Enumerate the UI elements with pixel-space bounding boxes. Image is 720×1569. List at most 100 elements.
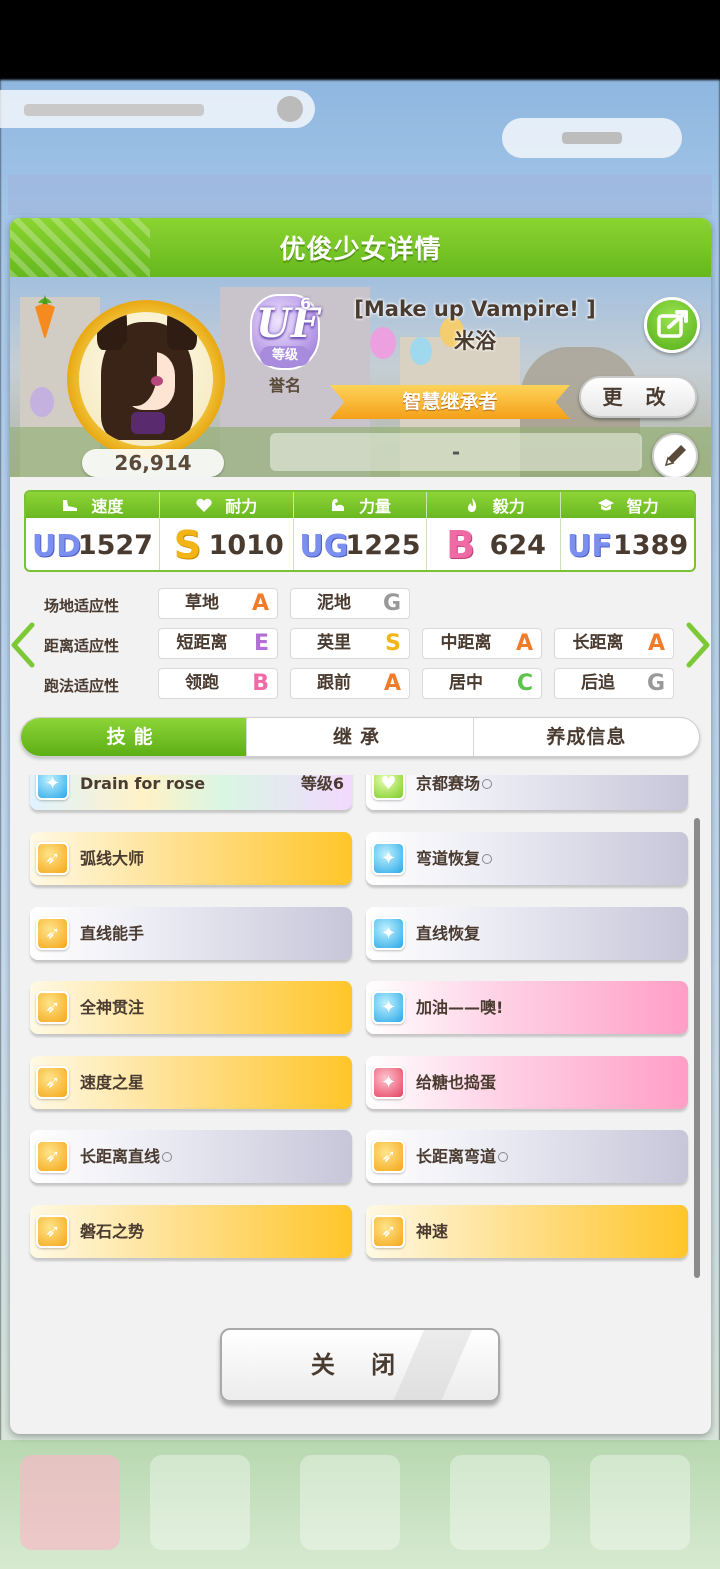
chevron-left-icon[interactable] bbox=[10, 622, 36, 668]
background-button bbox=[502, 118, 682, 158]
detail-tabs: 技能 继承 养成信息 bbox=[20, 717, 700, 757]
aptitude-item: 短距离 E bbox=[158, 628, 278, 659]
skill-name: 直线能手 bbox=[80, 924, 145, 943]
rank-number: 6 bbox=[300, 294, 312, 313]
stat-label: 力量 bbox=[358, 497, 391, 516]
dialog-header: 优俊少女详情 bbox=[10, 218, 711, 277]
skill-item[interactable]: ➶ 磐石之势 bbox=[30, 1205, 352, 1258]
aptitude-item: 跟前 A bbox=[290, 668, 410, 699]
skill-name: 直线恢复 bbox=[416, 924, 481, 943]
stats-panel: 速度 UD 1527 耐力 S 1010 力量 UG 1225 毅力 B 624… bbox=[24, 490, 696, 572]
stat-label: 耐力 bbox=[225, 497, 258, 516]
aptitude-item: 居中 C bbox=[422, 668, 542, 699]
aptitude-panel: 场地适应性 草地 A 泥地 G 距离适应性 短距离 E 英里 S 中距离 A 长距离 A 跑… bbox=[10, 584, 711, 704]
stat-grade: B bbox=[446, 523, 476, 567]
skill-item[interactable]: ➶ 速度之星 bbox=[30, 1056, 352, 1109]
skill-name: 长距离弯道 bbox=[416, 1147, 497, 1166]
sparkle-icon: ✦ bbox=[372, 991, 405, 1024]
stat-guts: 毅力 B 624 bbox=[427, 492, 562, 570]
stat-label: 智力 bbox=[626, 497, 659, 516]
skill-name: 长距离直线 bbox=[80, 1147, 161, 1166]
skill-item[interactable]: ➶ 弧线大师 bbox=[30, 832, 352, 885]
runner-icon: ➶ bbox=[36, 1215, 69, 1248]
sparkle-icon: ✦ bbox=[372, 917, 405, 950]
tab-inheritance[interactable]: 继承 bbox=[247, 718, 474, 756]
shoe-icon bbox=[63, 500, 78, 511]
aptitude-row-label: 场地适应性 bbox=[44, 597, 120, 615]
tab-training-info[interactable]: 养成信息 bbox=[474, 718, 699, 756]
skill-item[interactable]: ✦ Drain for rose 等级6 bbox=[30, 775, 352, 810]
stat-header: 智力 bbox=[561, 492, 694, 518]
aptitude-item: 长距离 A bbox=[554, 628, 674, 659]
runner-icon: ➶ bbox=[36, 842, 69, 875]
skill-item[interactable]: ➶ 神速 bbox=[366, 1205, 688, 1258]
runner-icon: ➶ bbox=[36, 917, 69, 950]
change-title-button[interactable]: 更 改 bbox=[579, 376, 697, 418]
sparkle-icon: ✦ bbox=[36, 775, 69, 800]
close-button[interactable]: 关 闭 bbox=[220, 1328, 500, 1402]
aptitude-item: 泥地 G bbox=[290, 588, 410, 619]
skill-item[interactable]: ➶ 直线能手 bbox=[30, 907, 352, 960]
stat-power: 力量 UG 1225 bbox=[293, 492, 428, 570]
stat-value: 1389 bbox=[613, 529, 689, 561]
flame-icon bbox=[467, 498, 476, 512]
edit-memo-button[interactable] bbox=[652, 433, 698, 477]
skill-item[interactable]: ✦ 弯道恢复 bbox=[366, 832, 688, 885]
background-menu-tile bbox=[590, 1455, 690, 1550]
sparkle-icon: ✦ bbox=[372, 1066, 405, 1099]
stat-grade: S bbox=[173, 523, 202, 567]
character-portrait[interactable] bbox=[67, 300, 225, 458]
skill-item[interactable]: ✦ 给糖也捣蛋 bbox=[366, 1056, 688, 1109]
background-menu-tile bbox=[300, 1455, 400, 1550]
skill-item[interactable]: ♥ 京都赛场 bbox=[366, 775, 688, 810]
aptitude-row-label: 距离适应性 bbox=[44, 637, 120, 655]
close-button-label: 关 闭 bbox=[310, 1351, 410, 1379]
circle-icon bbox=[482, 854, 493, 864]
stat-label: 毅力 bbox=[492, 497, 525, 516]
stat-value: 1010 bbox=[208, 529, 284, 561]
runner-icon: ➶ bbox=[372, 1215, 405, 1248]
skill-name: 神速 bbox=[416, 1222, 449, 1241]
avatar bbox=[79, 312, 213, 446]
share-button[interactable] bbox=[644, 297, 700, 353]
dialog-title: 优俊少女详情 bbox=[279, 235, 442, 265]
skill-item[interactable]: ✦ 加油——噢! bbox=[366, 981, 688, 1034]
circle-icon bbox=[482, 779, 493, 789]
fan-count: 26,914 bbox=[82, 449, 224, 477]
aptitude-item: 草地 A bbox=[158, 588, 278, 619]
skill-item[interactable]: ✦ 直线恢复 bbox=[366, 907, 688, 960]
runner-icon: ➶ bbox=[36, 1140, 69, 1173]
skill-name: 京都赛场 bbox=[416, 775, 481, 793]
uma-detail-dialog: 优俊少女详情 26,914 UF 6 等级 誉名 [Make up Vampir… bbox=[10, 218, 711, 1434]
stat-grade: UG bbox=[299, 529, 349, 564]
aptitude-item: 领跑 B bbox=[158, 668, 278, 699]
status-bar bbox=[0, 0, 720, 80]
stat-grade: UF bbox=[567, 529, 612, 564]
circle-icon bbox=[498, 1152, 509, 1162]
title-ribbon: 智慧继承者 bbox=[330, 385, 570, 419]
skill-item[interactable]: ➶ 长距离弯道 bbox=[366, 1130, 688, 1183]
share-icon bbox=[657, 310, 688, 338]
tab-skills[interactable]: 技能 bbox=[21, 718, 248, 756]
aptitude-item: 后追 G bbox=[554, 668, 674, 699]
background-strip bbox=[8, 175, 712, 215]
skill-item[interactable]: ➶ 长距离直线 bbox=[30, 1130, 352, 1183]
runner-icon: ➶ bbox=[36, 991, 69, 1024]
skill-name: 弧线大师 bbox=[80, 849, 145, 868]
aptitude-item: 中距离 A bbox=[422, 628, 542, 659]
background-menu-tile bbox=[150, 1455, 250, 1550]
skill-item[interactable]: ➶ 全神贯注 bbox=[30, 981, 352, 1034]
chevron-right-icon[interactable] bbox=[685, 622, 711, 668]
heart-skill-icon: ♥ bbox=[372, 775, 405, 800]
stat-header: 毅力 bbox=[427, 492, 561, 518]
memo-field: - bbox=[270, 433, 642, 471]
skill-name: 弯道恢复 bbox=[416, 849, 481, 868]
stat-stamina: 耐力 S 1010 bbox=[159, 492, 294, 570]
skill-list-scrollbar[interactable] bbox=[694, 818, 700, 1278]
stat-wisdom: 智力 UF 1389 bbox=[561, 492, 694, 570]
stat-header: 耐力 bbox=[159, 492, 293, 518]
stat-speed: 速度 UD 1527 bbox=[26, 492, 160, 570]
heart-icon bbox=[196, 498, 212, 512]
pencil-icon bbox=[664, 445, 686, 467]
stat-value: 1527 bbox=[77, 529, 153, 561]
